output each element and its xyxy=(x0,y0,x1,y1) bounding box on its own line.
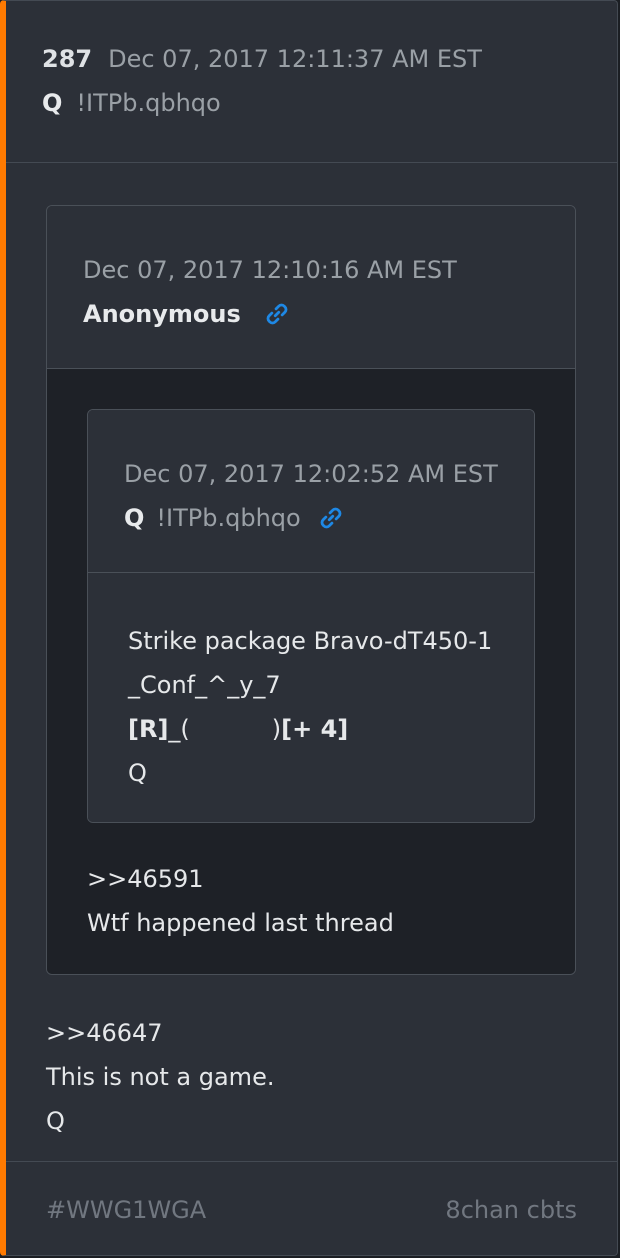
post-tripcode: !ITPb.qbhqo xyxy=(76,89,221,117)
post-header-line: 287 Dec 07, 2017 12:11:37 AM EST xyxy=(42,45,581,83)
bold-text: [+ 4] xyxy=(281,715,349,743)
quoted-post-inner-date: Dec 07, 2017 12:02:52 AM EST xyxy=(124,460,498,488)
post-text-line: This is not a game. xyxy=(46,1063,275,1091)
post-text-line: Q xyxy=(128,759,147,787)
post-text-fragment: _( xyxy=(168,715,190,743)
quoted-post-outer-body: Dec 07, 2017 12:02:52 AM EST Q !ITPb.qbh… xyxy=(47,369,575,974)
post-date: Dec 07, 2017 12:11:37 AM EST xyxy=(108,45,482,73)
quoted-post-outer: Dec 07, 2017 12:10:16 AM EST Anonymous D… xyxy=(46,205,576,975)
blank-space xyxy=(190,707,272,751)
link-icon[interactable] xyxy=(263,300,291,328)
post-text-line: _Conf_^_y_7 xyxy=(128,671,281,699)
post-text-line: Q xyxy=(46,1107,65,1135)
quoted-post-inner-author-line: Q !ITPb.qbhqo xyxy=(124,496,498,540)
reply-link[interactable]: >>46647 xyxy=(46,1011,274,1055)
source-label: 8chan cbts xyxy=(445,1195,577,1224)
quoted-post-inner-tripcode: !ITPb.qbhqo xyxy=(156,504,301,532)
quoted-post-inner-body: Strike package Bravo-dT450-1 _Conf_^_y_7… xyxy=(88,573,534,822)
post-number[interactable]: 287 xyxy=(42,45,92,73)
post-author-line: Q !ITPb.qbhqo xyxy=(42,89,581,129)
quoted-post-inner-header: Dec 07, 2017 12:02:52 AM EST Q !ITPb.qbh… xyxy=(88,410,534,573)
quoted-post-outer-header: Dec 07, 2017 12:10:16 AM EST Anonymous xyxy=(47,206,575,369)
quoted-post-outer-date: Dec 07, 2017 12:10:16 AM EST xyxy=(83,256,457,284)
link-icon[interactable] xyxy=(317,504,345,532)
bold-text: [R] xyxy=(128,715,169,743)
quoted-post-inner-author: Q xyxy=(124,504,145,532)
post-text-fragment: ) xyxy=(271,715,282,743)
post-footer: #WWG1WGA 8chan cbts xyxy=(6,1161,617,1255)
quoted-post-outer-author-line: Anonymous xyxy=(83,292,539,336)
post-header: 287 Dec 07, 2017 12:11:37 AM EST Q !ITPb… xyxy=(6,1,617,163)
post-text-line: Wtf happened last thread xyxy=(87,909,394,937)
quoted-post-outer-text: >>46591 Wtf happened last thread xyxy=(87,857,394,945)
quoted-post-outer-author: Anonymous xyxy=(83,300,241,328)
reply-link[interactable]: >>46591 xyxy=(87,857,394,901)
post-text-line: Strike package Bravo-dT450-1 xyxy=(128,627,493,655)
post-text-line: [R] _() [+ 4] xyxy=(128,707,494,751)
post-body: >>46647 This is not a game. Q xyxy=(46,1011,274,1143)
hashtag[interactable]: #WWG1WGA xyxy=(46,1196,206,1224)
post-author: Q xyxy=(42,89,63,117)
post-card: 287 Dec 07, 2017 12:11:37 AM EST Q !ITPb… xyxy=(0,0,618,1256)
quoted-post-inner: Dec 07, 2017 12:02:52 AM EST Q !ITPb.qbh… xyxy=(87,409,535,823)
